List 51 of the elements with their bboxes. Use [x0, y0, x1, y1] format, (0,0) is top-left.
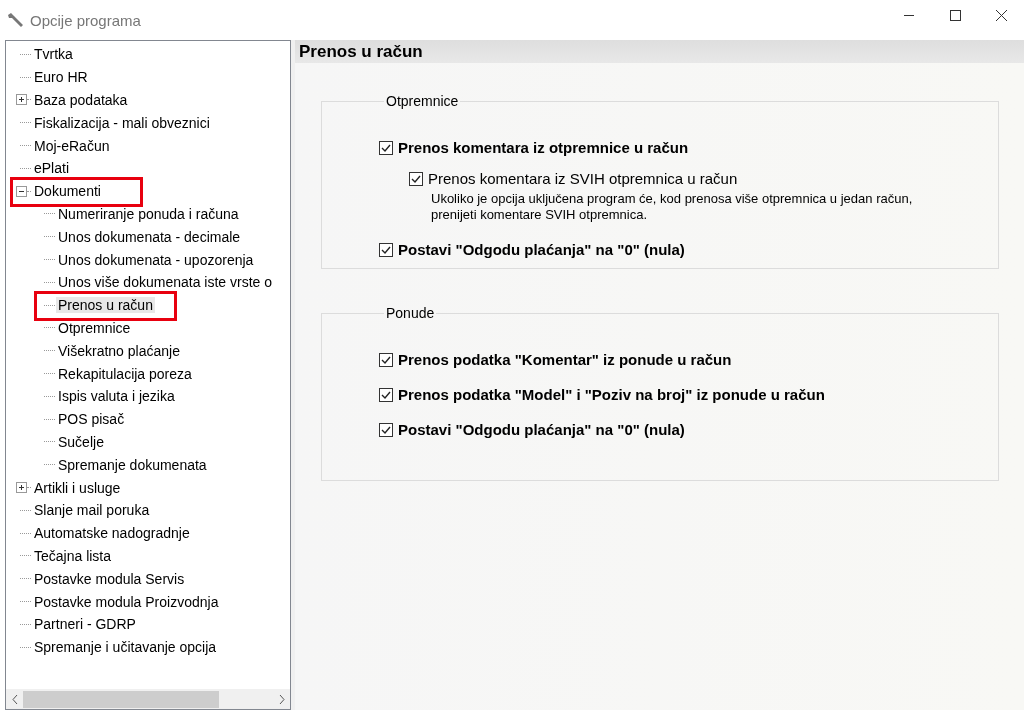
collapse-icon[interactable]: [16, 185, 27, 197]
tree-item[interactable]: Prenos u račun: [56, 297, 155, 314]
tree-item[interactable]: Spremanje i učitavanje opcija: [32, 639, 219, 656]
page-heading: Prenos u račun: [295, 40, 1024, 63]
option-label: Prenos komentara iz otpremnice u račun: [398, 139, 689, 156]
tree-item[interactable]: Unos dokumenata - decimale: [56, 228, 243, 245]
tree-item[interactable]: Tvrtka: [32, 46, 75, 63]
option-label: Prenos podatka "Komentar" iz ponude u račun: [398, 351, 732, 368]
checkbox[interactable]: [408, 170, 424, 187]
tree-item[interactable]: Višekratno plaćanje: [56, 342, 182, 359]
tree-item[interactable]: ePlati: [32, 160, 72, 177]
checkbox[interactable]: [378, 241, 394, 258]
expand-icon[interactable]: [16, 482, 27, 494]
tree-item[interactable]: Moj-eRačun: [32, 137, 112, 154]
tree-item[interactable]: Sučelje: [56, 433, 106, 450]
tree-item[interactable]: Fiskalizacija - mali obveznici: [32, 114, 212, 131]
tree-item[interactable]: Numeriranje ponuda i računa: [56, 205, 241, 222]
group-title: Otpremnice: [385, 93, 460, 109]
tree-item[interactable]: Euro HR: [32, 69, 90, 86]
tree-item[interactable]: Spremanje dokumenata: [56, 456, 209, 473]
tree-item[interactable]: Automatske nadogradnje: [32, 525, 192, 542]
checkbox[interactable]: [378, 139, 394, 156]
tree-item[interactable]: Artikli i usluge: [32, 479, 123, 496]
checkbox[interactable]: [378, 421, 394, 438]
tree-item[interactable]: Rekapitulacija poreza: [56, 365, 194, 382]
tree-item[interactable]: Unos više dokumenata iste vrste o: [56, 274, 274, 291]
checkbox[interactable]: [378, 386, 394, 403]
window-title: Opcije programa: [30, 11, 141, 29]
tree-item[interactable]: Slanje mail poruka: [32, 502, 152, 519]
tree-item[interactable]: Postavke modula Servis: [32, 570, 187, 587]
tree-item[interactable]: Postavke modula Proizvodnja: [32, 593, 221, 610]
checkbox[interactable]: [378, 351, 394, 368]
wrench-icon: [6, 12, 26, 28]
tree-item[interactable]: Unos dokumenata - upozorenja: [56, 251, 256, 268]
maximize-icon: [949, 9, 961, 21]
option-label: Prenos podatka "Model" i "Poziv na broj" iz ponude u račun: [398, 386, 825, 403]
tree-item[interactable]: Dokumenti: [32, 183, 103, 200]
option-label: Prenos komentara iz SVIH otpremnica u račun: [428, 170, 738, 187]
tree-item[interactable]: Baza podataka: [32, 92, 130, 108]
tree-item[interactable]: POS pisač: [56, 411, 127, 428]
close-icon: [995, 9, 1007, 21]
tree-item[interactable]: Partneri - GDRP: [32, 616, 138, 633]
tree-item[interactable]: Ispis valuta i jezika: [56, 388, 177, 405]
tree-item[interactable]: Otpremnice: [56, 319, 133, 336]
option-label: Postavi "Odgodu plaćanja" na "0" (nula): [398, 241, 685, 258]
option-label: Postavi "Odgodu plaćanja" na "0" (nula): [398, 421, 685, 438]
tree-item[interactable]: Tečajna lista: [32, 547, 114, 564]
expand-icon[interactable]: [16, 94, 27, 106]
option-description: Ukoliko je opcija uključena program će, kod prenosa više otpremnica u jedan račun, prenijeti komentare SVIH otpremnica.: [431, 191, 914, 223]
group-title: Ponude: [385, 305, 436, 321]
horizontal-scrollbar[interactable]: [6, 689, 290, 709]
